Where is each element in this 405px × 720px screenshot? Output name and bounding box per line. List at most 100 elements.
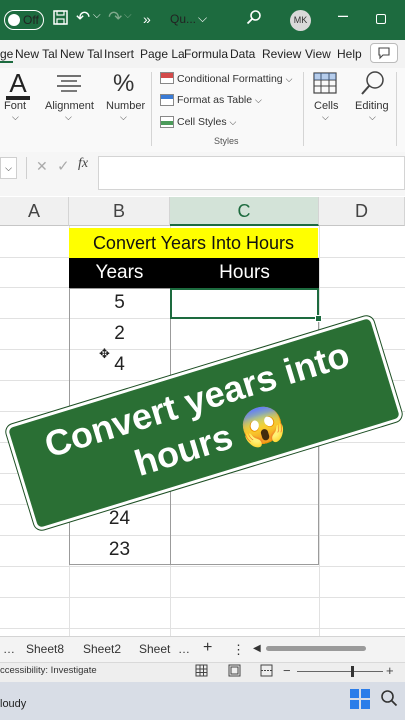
fill-handle[interactable] bbox=[315, 315, 322, 322]
weather-label[interactable]: loudy bbox=[0, 698, 26, 710]
tab-formulas[interactable]: Formula bbox=[184, 47, 228, 61]
sheet-menu-icon[interactable]: ⋮ bbox=[232, 642, 245, 658]
horizontal-scrollbar[interactable] bbox=[266, 646, 366, 651]
tab-insert[interactable]: Insert bbox=[104, 47, 134, 61]
number-dropdown-icon[interactable]: ⌵ bbox=[120, 112, 127, 123]
cells-label: Cells bbox=[314, 100, 339, 112]
cell-styles-button[interactable]: Cell Styles ⌵ bbox=[177, 116, 236, 128]
avatar[interactable]: MK bbox=[290, 10, 311, 31]
cancel-icon[interactable]: ✕ bbox=[36, 158, 48, 175]
maximize-icon[interactable] bbox=[376, 14, 386, 24]
font-icon: A bbox=[9, 68, 27, 98]
add-sheet-icon[interactable]: + bbox=[203, 639, 212, 657]
minimize-icon[interactable]: – bbox=[338, 5, 348, 26]
cells-dropdown-icon[interactable]: ⌵ bbox=[322, 112, 329, 123]
alignment-icon[interactable] bbox=[57, 74, 81, 97]
row-gridline bbox=[0, 628, 405, 629]
font-label: Font bbox=[4, 100, 27, 112]
format-as-table-label: Format as Table bbox=[177, 94, 253, 106]
tab-view[interactable]: View bbox=[305, 47, 331, 61]
number-label: Number bbox=[106, 100, 146, 112]
conditional-formatting-button[interactable]: Conditional Formatting ⌵ bbox=[177, 73, 292, 85]
cell-styles-icon bbox=[160, 116, 174, 128]
sheet-tab[interactable]: Sheet bbox=[139, 642, 170, 656]
zoom-slider[interactable] bbox=[297, 671, 383, 672]
alignment-label: Alignment bbox=[45, 100, 94, 112]
active-cell-c3[interactable] bbox=[170, 288, 319, 319]
name-box-dropdown[interactable]: ⌵ bbox=[0, 157, 17, 179]
zoom-slider-thumb[interactable] bbox=[351, 666, 354, 677]
search-icon[interactable] bbox=[380, 689, 398, 712]
undo-icon[interactable]: ↶ bbox=[76, 8, 90, 28]
column-header-b[interactable]: B bbox=[69, 197, 170, 226]
title-dropdown-icon[interactable]: ⌵ bbox=[198, 11, 207, 26]
tab-help[interactable]: Help bbox=[337, 47, 362, 61]
sheet-tab[interactable]: Sheet8 bbox=[26, 642, 64, 656]
page-break-icon[interactable] bbox=[260, 664, 273, 682]
toggle-knob bbox=[8, 14, 20, 26]
ribbon-separator bbox=[151, 72, 152, 146]
years-cell[interactable]: 2 bbox=[69, 323, 170, 345]
page-layout-icon[interactable] bbox=[228, 664, 241, 682]
normal-view-icon[interactable] bbox=[195, 664, 208, 682]
zoom-in-icon[interactable]: + bbox=[386, 663, 394, 678]
save-icon[interactable] bbox=[53, 10, 68, 29]
zoom-out-icon[interactable]: − bbox=[283, 663, 291, 678]
editing-icon[interactable] bbox=[361, 70, 385, 101]
number-icon[interactable]: % bbox=[113, 70, 134, 98]
tab-data[interactable]: Data bbox=[230, 47, 255, 61]
more-commands-icon[interactable]: » bbox=[143, 11, 151, 27]
styles-group-label: Styles bbox=[214, 136, 239, 146]
editing-dropdown-icon[interactable]: ⌵ bbox=[369, 112, 376, 123]
cells-icon[interactable] bbox=[313, 72, 337, 99]
tab-review[interactable]: Review bbox=[262, 47, 301, 61]
table-title-cell[interactable]: Convert Years Into Hours bbox=[69, 228, 318, 258]
format-as-table-button[interactable]: Format as Table ⌵ bbox=[177, 94, 262, 106]
years-cell[interactable]: 4 bbox=[69, 354, 170, 376]
redo-icon[interactable]: ↷ bbox=[108, 8, 122, 28]
hours-header-cell[interactable]: Hours bbox=[170, 258, 319, 288]
format-as-table-icon bbox=[160, 94, 174, 106]
sheet-tab[interactable]: Sheet2 bbox=[83, 642, 121, 656]
alignment-dropdown-icon[interactable]: ⌵ bbox=[65, 112, 72, 123]
years-cell[interactable]: 23 bbox=[69, 539, 170, 561]
column-header-a[interactable]: A bbox=[0, 197, 69, 226]
formula-divider bbox=[26, 157, 27, 179]
conditional-formatting-icon bbox=[160, 72, 174, 84]
font-group[interactable]: A bbox=[3, 70, 33, 100]
comments-button[interactable] bbox=[370, 43, 398, 63]
cell-styles-label: Cell Styles bbox=[177, 116, 227, 128]
tab-page-layout[interactable]: Page La bbox=[140, 47, 185, 61]
sheet-more-icon[interactable]: … bbox=[3, 642, 15, 656]
accessibility-status[interactable]: ccessibility: Investigate bbox=[0, 665, 97, 676]
tab-new-tab-2[interactable]: New Tal bbox=[60, 47, 102, 61]
tab-home[interactable]: ge bbox=[0, 47, 14, 63]
conditional-formatting-label: Conditional Formatting bbox=[177, 73, 283, 85]
font-dropdown-icon[interactable]: ⌵ bbox=[12, 112, 19, 123]
formula-input[interactable] bbox=[98, 156, 405, 190]
years-header-cell[interactable]: Years bbox=[69, 258, 170, 288]
windows-start-icon[interactable] bbox=[350, 689, 370, 714]
undo-dropdown-icon[interactable]: ⌵ bbox=[93, 10, 101, 21]
chevron-down-icon: ⌵ bbox=[285, 74, 293, 84]
cursor-icon: ✥ bbox=[99, 346, 110, 361]
insert-function-icon[interactable]: fx bbox=[78, 156, 88, 172]
chevron-down-icon: ⌵ bbox=[255, 95, 262, 105]
autosave-toggle[interactable]: Off bbox=[4, 10, 44, 30]
redo-dropdown-icon[interactable]: ⌵ bbox=[124, 10, 132, 21]
row-gridline bbox=[0, 597, 405, 598]
column-header-c[interactable]: C bbox=[170, 197, 319, 226]
ribbon-separator bbox=[303, 72, 304, 146]
years-cell[interactable]: 5 bbox=[69, 292, 170, 314]
column-header-d[interactable]: D bbox=[319, 197, 405, 226]
search-icon[interactable] bbox=[246, 9, 262, 29]
taskbar bbox=[0, 682, 405, 720]
enter-icon[interactable]: ✓ bbox=[57, 157, 70, 175]
row-gridline bbox=[0, 566, 405, 567]
sheet-more-icon[interactable]: … bbox=[178, 642, 190, 656]
tab-new-tab-1[interactable]: New Tal bbox=[15, 47, 57, 61]
editing-label: Editing bbox=[355, 100, 389, 112]
ribbon-separator bbox=[396, 72, 397, 146]
scroll-left-icon[interactable]: ◀ bbox=[253, 643, 261, 654]
document-title[interactable]: Qu... bbox=[170, 12, 196, 26]
